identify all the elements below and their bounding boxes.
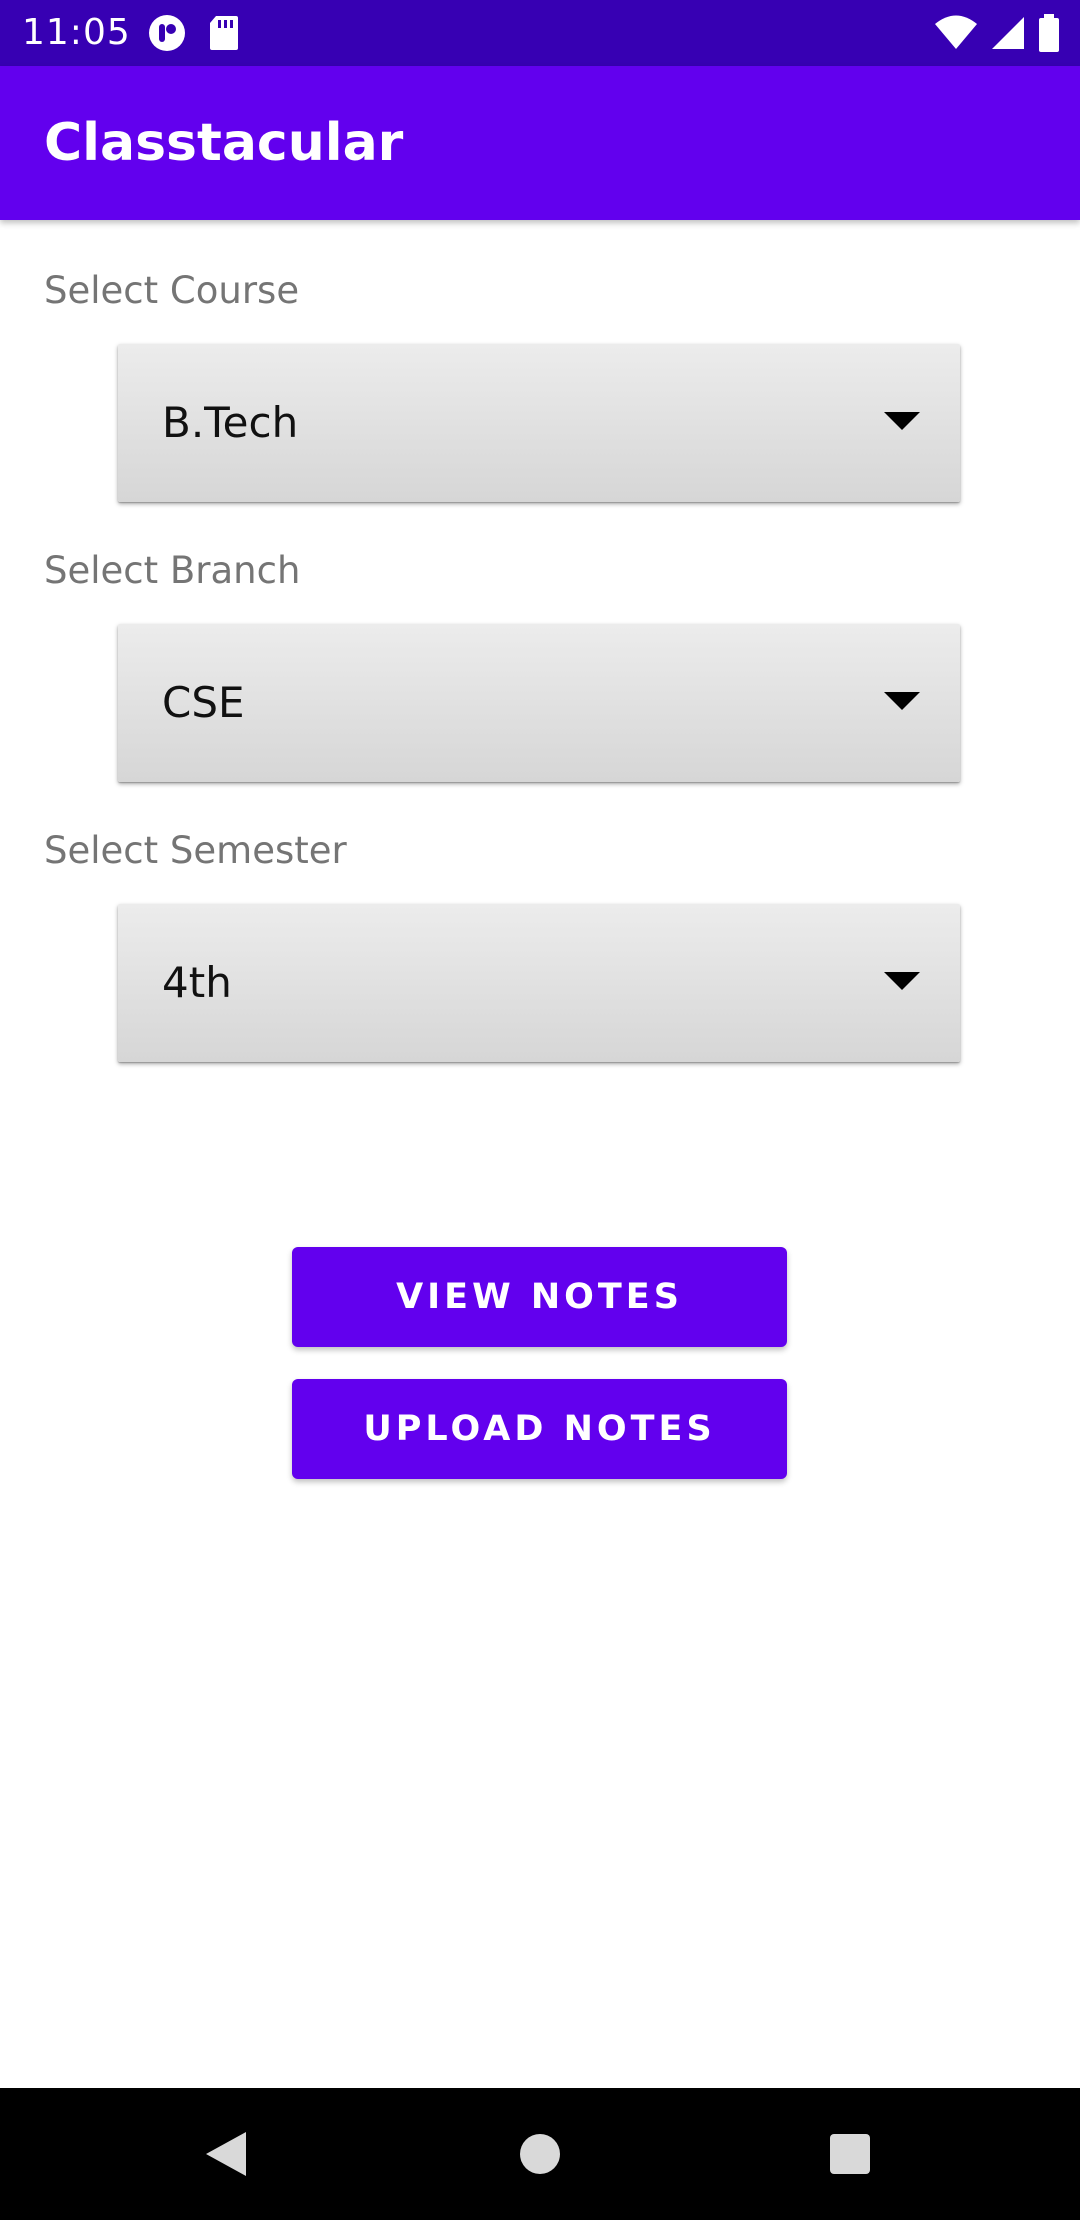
- dropdown-arrow-icon: [884, 412, 920, 430]
- semester-spinner[interactable]: 4th: [118, 904, 960, 1062]
- app-title: Classtacular: [44, 113, 404, 173]
- status-bar: 11:05: [0, 0, 1080, 66]
- upload-notes-button[interactable]: UPLOAD NOTES: [292, 1379, 787, 1479]
- navigation-bar: [0, 2088, 1080, 2220]
- branch-value: CSE: [162, 678, 245, 727]
- semester-value: 4th: [162, 958, 232, 1007]
- view-notes-button[interactable]: VIEW NOTES: [292, 1247, 787, 1347]
- course-value: B.Tech: [162, 398, 299, 447]
- sd-card-icon: [208, 14, 240, 56]
- status-time: 11:05: [22, 12, 131, 53]
- dropdown-arrow-icon: [884, 972, 920, 990]
- back-icon: [206, 2132, 246, 2176]
- recents-icon: [830, 2134, 870, 2174]
- back-button[interactable]: [156, 2088, 296, 2220]
- branch-spinner[interactable]: CSE: [118, 624, 960, 782]
- app-bar: Classtacular: [0, 66, 1080, 220]
- course-spinner[interactable]: B.Tech: [118, 344, 960, 502]
- record-icon: [148, 14, 186, 56]
- recents-button[interactable]: [780, 2088, 920, 2220]
- semester-label: Select Semester: [44, 829, 347, 872]
- home-button[interactable]: [470, 2088, 610, 2220]
- signal-icon: [990, 15, 1026, 55]
- home-icon: [520, 2134, 560, 2174]
- dropdown-arrow-icon: [884, 692, 920, 710]
- wifi-icon: [934, 15, 978, 55]
- battery-icon: [1038, 14, 1060, 56]
- course-label: Select Course: [44, 269, 300, 312]
- branch-label: Select Branch: [44, 549, 301, 592]
